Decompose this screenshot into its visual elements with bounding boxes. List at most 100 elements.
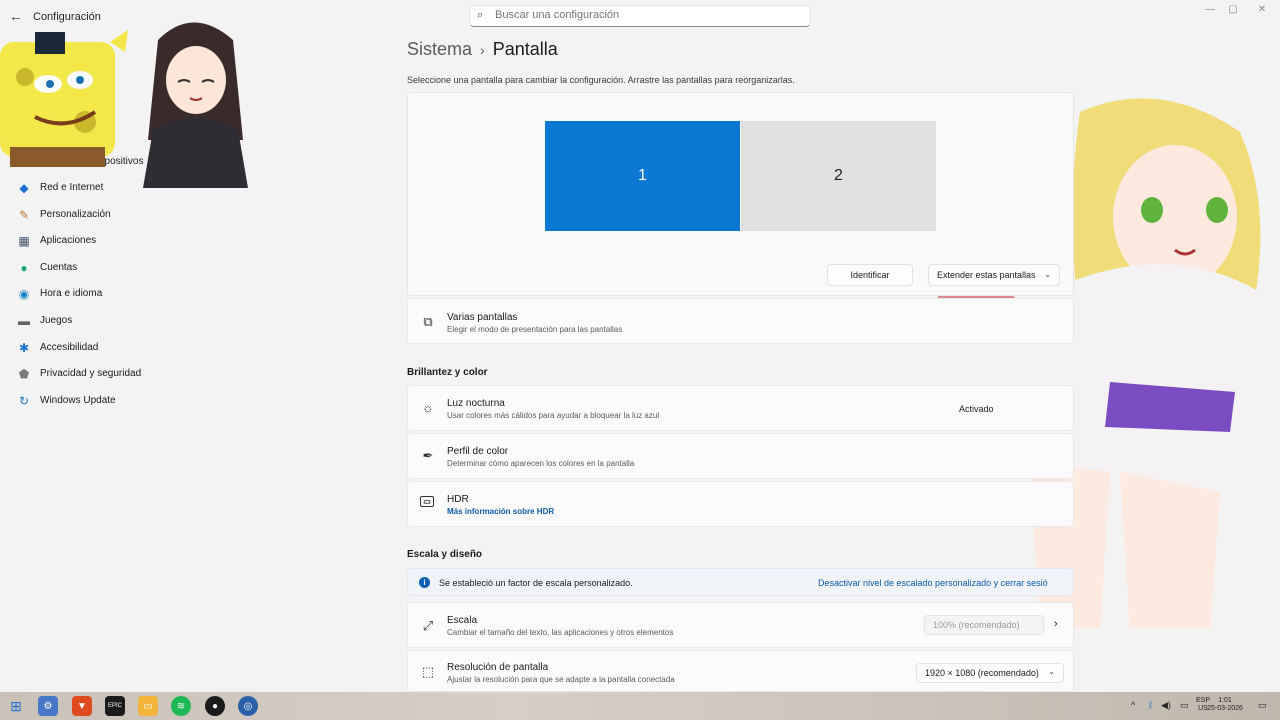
sidebar-item-gaming[interactable]: ▬ Juegos xyxy=(10,309,250,333)
sidebar-item-label: Privacidad y seguridad xyxy=(40,368,142,379)
apps-icon: ▦ xyxy=(18,234,30,248)
sidebar-item-label: Hora e idioma xyxy=(40,288,103,299)
shield-icon: ⬟ xyxy=(18,367,30,381)
night-light-row[interactable]: ☼ Luz nocturna Usar colores más cálidos … xyxy=(407,385,1074,431)
chevron-up-icon[interactable]: ^ xyxy=(1131,700,1135,710)
page-title: Pantalla xyxy=(492,39,558,59)
resolution-title: Resolución de pantalla xyxy=(447,662,549,673)
chevron-right-icon[interactable]: › xyxy=(1054,618,1058,630)
scale-layout-heading: Escala y diseño xyxy=(407,549,483,560)
sidebar-item-time-language[interactable]: ◉ Hora e idioma xyxy=(10,282,250,306)
brightness-color-heading: Brillantez y color xyxy=(407,367,488,378)
chevron-down-icon: ⌄ xyxy=(1044,270,1051,279)
night-light-status: Activado xyxy=(959,404,994,414)
resolution-value: 1920 × 1080 (recomendado) xyxy=(925,668,1039,678)
sidebar-item-accounts[interactable]: ● Cuentas xyxy=(10,256,250,280)
settings-app-icon[interactable]: ⚙ xyxy=(38,696,58,716)
gamepad-icon: ▬ xyxy=(18,314,30,328)
accessibility-icon: ✱ xyxy=(18,341,30,355)
disable-custom-scale-link[interactable]: Desactivar nivel de escalado personaliza… xyxy=(818,578,1048,588)
breadcrumb: Sistema › Pantalla xyxy=(407,39,558,60)
resolution-row[interactable]: ⬚ Resolución de pantalla Ajustar la reso… xyxy=(407,650,1074,692)
person-icon: ● xyxy=(20,261,28,275)
color-profile-title: Perfil de color xyxy=(447,446,509,457)
display-mode-value: Extender estas pantallas xyxy=(937,270,1036,280)
maximize-icon[interactable]: ▢ xyxy=(1222,4,1244,18)
hdr-row[interactable]: ▭ HDR Más información sobre HDR xyxy=(407,481,1074,527)
sun-icon: ☼ xyxy=(422,400,434,415)
hdr-icon: ▭ xyxy=(420,496,434,507)
brave-browser-icon[interactable]: ▼ xyxy=(72,696,92,716)
update-icon: ↻ xyxy=(18,394,30,408)
sidebar-item-label: Accesibilidad xyxy=(40,342,99,353)
breadcrumb-parent[interactable]: Sistema xyxy=(407,39,472,59)
display-mode-dropdown[interactable]: Extender estas pantallas ⌄ xyxy=(928,264,1060,286)
globe-clock-icon: ◉ xyxy=(18,287,30,301)
file-explorer-icon[interactable]: ▭ xyxy=(138,696,158,716)
anime-girl-sticker-image xyxy=(138,10,253,190)
wifi-icon: ◆ xyxy=(19,181,29,195)
color-profile-desc: Determinar cómo aparecen los colores en … xyxy=(447,459,635,468)
minimize-icon[interactable]: — xyxy=(1199,4,1221,18)
search-input[interactable] xyxy=(495,9,795,21)
clock[interactable]: 1:01 25-03-2026 xyxy=(1205,697,1245,713)
hdr-learn-more-link[interactable]: Más información sobre HDR xyxy=(447,507,554,516)
display-1-tile[interactable]: 1 xyxy=(545,121,740,231)
multiple-displays-title: Varias pantallas xyxy=(447,312,518,323)
scale-icon: ⤢ xyxy=(422,618,434,633)
sidebar-item-label: Juegos xyxy=(40,315,73,326)
display-2-tile[interactable]: 2 xyxy=(741,121,936,231)
sponge-sticker-image xyxy=(0,22,135,172)
sidebar-item-apps[interactable]: ▦ Aplicaciones xyxy=(10,229,250,253)
media-app-icon[interactable]: ● xyxy=(205,696,225,716)
taskbar: ⊞ ⚙ ▼ EPIC ▭ ≋ ● ◎ ^ ᛒ ◀) ▭ ESP US 1:01 … xyxy=(0,692,1280,720)
hdr-title: HDR xyxy=(447,494,469,505)
sidebar-item-label: Personalización xyxy=(40,209,111,220)
chevron-right-icon: › xyxy=(480,42,485,58)
sidebar-item-accessibility[interactable]: ✱ Accesibilidad xyxy=(10,336,250,360)
sidebar-item-label: Windows Update xyxy=(40,395,116,406)
search-box[interactable]: ⌕ xyxy=(469,5,811,27)
browser-app-icon[interactable]: ◎ xyxy=(238,696,258,716)
multiple-displays-desc: Elegir el modo de presentación para las … xyxy=(447,325,623,334)
resolution-dropdown[interactable]: 1920 × 1080 (recomendado) ⌄ xyxy=(916,663,1064,683)
sidebar-item-personalization[interactable]: ✎ Personalización xyxy=(10,203,250,227)
scale-dropdown[interactable]: 100% (recomendado) xyxy=(924,615,1044,635)
sidebar-item-privacy[interactable]: ⬟ Privacidad y seguridad xyxy=(10,362,250,386)
windows-start-icon[interactable]: ⊞ xyxy=(6,696,26,716)
clock-time: 1:01 xyxy=(1218,697,1232,704)
scale-desc: Cambiar el tamaño del texto, las aplicac… xyxy=(447,628,674,637)
sidebar-item-windows-update[interactable]: ↻ Windows Update xyxy=(10,389,250,413)
scale-title: Escala xyxy=(447,615,478,626)
bluetooth-icon[interactable]: ᛒ xyxy=(1148,700,1153,710)
identify-button[interactable]: Identificar xyxy=(827,264,913,286)
night-light-title: Luz nocturna xyxy=(447,398,505,409)
spotify-icon[interactable]: ≋ xyxy=(171,696,191,716)
multi-monitor-icon: ⧉ xyxy=(423,314,433,329)
custom-scale-info-text: Se estableció un factor de escala person… xyxy=(439,578,633,588)
chevron-down-icon: ⌄ xyxy=(1048,667,1055,676)
clock-date: 25-03-2026 xyxy=(1207,705,1243,712)
epic-games-icon[interactable]: EPIC xyxy=(105,696,125,716)
pen-icon: ✒ xyxy=(422,448,434,463)
brush-icon: ✎ xyxy=(18,208,30,222)
night-light-desc: Usar colores más cálidos para ayudar a b… xyxy=(447,411,660,420)
resolution-icon: ⬚ xyxy=(421,664,435,679)
battery-icon[interactable]: ▭ xyxy=(1180,700,1189,711)
scale-value: 100% (recomendado) xyxy=(933,620,1020,630)
sidebar-item-label: Red e Internet xyxy=(40,182,104,193)
sidebar-item-label: Aplicaciones xyxy=(40,235,97,246)
sidebar-item-label: Cuentas xyxy=(40,262,78,273)
page-subtitle: Seleccione una pantalla para cambiar la … xyxy=(407,75,795,85)
color-profile-row[interactable]: ✒ Perfil de color Determinar cómo aparec… xyxy=(407,433,1074,479)
scale-row[interactable]: ⤢ Escala Cambiar el tamaño del texto, la… xyxy=(407,602,1074,648)
info-icon: i xyxy=(419,577,430,588)
search-icon: ⌕ xyxy=(477,9,484,21)
custom-scale-info-bar: i Se estableció un factor de escala pers… xyxy=(407,568,1074,596)
display-arrangement-panel: 1 2 Identificar Extender estas pantallas… xyxy=(407,92,1074,296)
multiple-displays-row[interactable]: ⧉ Varias pantallas Elegir el modo de pre… xyxy=(407,298,1074,344)
close-icon[interactable]: ✕ xyxy=(1251,4,1273,18)
resolution-desc: Ajustar la resolución para que se adapte… xyxy=(447,675,675,684)
volume-icon[interactable]: ◀) xyxy=(1161,700,1171,711)
notification-icon[interactable]: ▭ xyxy=(1258,700,1267,711)
